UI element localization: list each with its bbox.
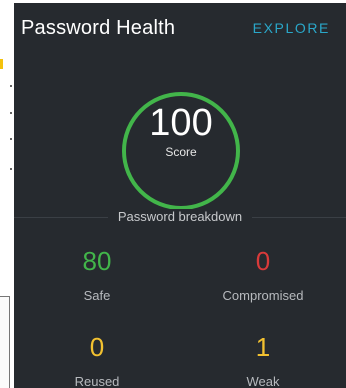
breakdown-title: Password breakdown [14,209,346,224]
password-health-card: Password Health EXPLORE 100 Score Passwo… [14,3,346,388]
stat-value: 0 [255,246,271,276]
stat-label: Weak [246,374,280,388]
score-value: 100 [149,102,213,144]
background-page-fragment [0,0,14,388]
card-title: Password Health [21,17,176,39]
bullet-dot [10,85,12,87]
highlight-marker [0,59,3,69]
stat-label: Compromised [222,288,304,303]
bullet-dot [10,138,12,140]
score-ring: 100 Score [122,92,240,210]
stat-value: 0 [89,332,105,362]
stat-value: 80 [82,246,112,276]
screenshot-stage: Password Health EXPLORE 100 Score Passwo… [0,0,346,388]
score-label: Score [165,145,197,159]
stat-reused: 0 Reused [14,332,180,388]
stat-compromised: 0 Compromised [180,246,346,303]
stat-label: Safe [83,288,111,303]
stat-value: 1 [255,332,271,362]
breakdown-title-text: Password breakdown [107,209,253,224]
stat-label: Reused [74,374,120,388]
stat-safe: 80 Safe [14,246,180,303]
bullet-dot [10,168,12,170]
bullet-dot [10,112,12,114]
background-panel-edge [0,296,10,388]
stat-weak: 1 Weak [180,332,346,388]
explore-link[interactable]: EXPLORE [253,20,330,36]
